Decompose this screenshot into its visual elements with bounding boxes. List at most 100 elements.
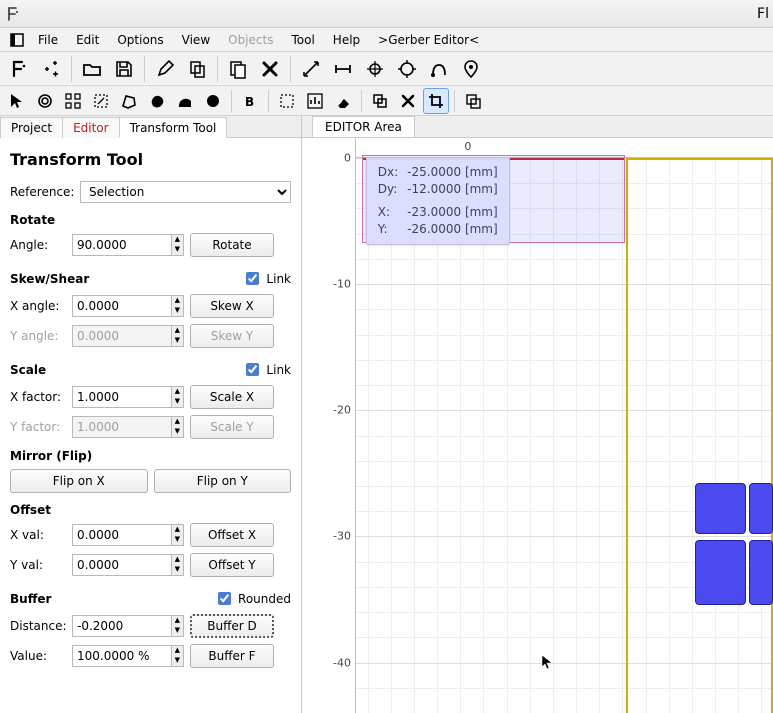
copy-icon[interactable]: [182, 54, 212, 84]
app-icon: [6, 6, 22, 22]
open-icon[interactable]: [77, 54, 107, 84]
flip-x-button[interactable]: Flip on X: [10, 469, 148, 493]
distance-icon[interactable]: [296, 54, 326, 84]
pad-rect: [749, 540, 773, 604]
buffer-d-button[interactable]: Buffer D: [190, 614, 274, 638]
target-icon[interactable]: [392, 54, 422, 84]
mirror-title: Mirror (Flip): [10, 449, 291, 463]
duplicate-icon[interactable]: [223, 54, 253, 84]
rotate-button[interactable]: Rotate: [190, 233, 274, 257]
skew-x-input[interactable]: [72, 295, 172, 317]
circle-tool-icon[interactable]: [32, 88, 58, 114]
menu-tool[interactable]: Tool: [283, 30, 322, 50]
menu-objects[interactable]: Objects: [220, 30, 281, 50]
edit-icon[interactable]: [150, 54, 180, 84]
y-tick-label: -10: [333, 278, 351, 291]
chart-icon[interactable]: [302, 88, 328, 114]
menu-options[interactable]: Options: [109, 30, 171, 50]
toolbar-edit: B: [0, 86, 773, 116]
right-tabstrip: EDITOR Area: [302, 116, 773, 138]
y-tick-label: -40: [333, 656, 351, 669]
x-tick-label: 0: [464, 140, 471, 153]
scale-y-input: [72, 416, 172, 438]
left-panel: Project Editor Transform Tool Transform …: [0, 116, 302, 713]
offset-x-input[interactable]: [72, 524, 172, 546]
skew-y-button: Skew Y: [190, 324, 274, 348]
skew-title: Skew/Shear: [10, 272, 89, 286]
pad-rect: [749, 483, 773, 533]
canvas[interactable]: 0 -10 -20 -30 -40 0 Dx:-25.0000 [mm]Dy:-12.0…: [302, 138, 773, 713]
skew-x-label: X angle:: [10, 299, 66, 313]
menu-view[interactable]: View: [174, 30, 218, 50]
new-sparkle-icon[interactable]: [36, 54, 66, 84]
menu-gerber-editor[interactable]: >Gerber Editor<: [370, 30, 487, 50]
offset-y-input[interactable]: [72, 554, 172, 576]
transform-tool-panel: Transform Tool Reference: Selection Rota…: [0, 138, 301, 713]
locate-icon[interactable]: [456, 54, 486, 84]
tab-project[interactable]: Project: [0, 117, 63, 138]
close-x-icon[interactable]: [395, 88, 421, 114]
buffer-dist-input[interactable]: [72, 615, 172, 637]
semicircle-icon[interactable]: [172, 88, 198, 114]
reference-select[interactable]: Selection: [80, 181, 291, 203]
buffer-val-label: Value:: [10, 649, 66, 663]
scale-y-button: Scale Y: [190, 415, 274, 439]
skew-y-input: [72, 325, 172, 347]
array-icon[interactable]: [60, 88, 86, 114]
menu-edit[interactable]: Edit: [68, 30, 107, 50]
overlap-icon[interactable]: [460, 88, 486, 114]
offset-title: Offset: [10, 503, 291, 517]
skew-link-check[interactable]: Link: [242, 269, 291, 288]
select-icon[interactable]: [4, 88, 30, 114]
buffer-title: Buffer: [10, 592, 51, 606]
left-tabstrip: Project Editor Transform Tool: [0, 116, 301, 138]
origin-icon[interactable]: [360, 54, 390, 84]
scale-x-button[interactable]: Scale X: [190, 385, 274, 409]
y-tick-label: 0: [344, 152, 351, 165]
buffer-f-button[interactable]: Buffer F: [190, 644, 274, 668]
menu-file[interactable]: File: [30, 30, 66, 50]
marquee-icon[interactable]: [274, 88, 300, 114]
offset-x-button[interactable]: Offset X: [190, 523, 274, 547]
blob-icon[interactable]: [144, 88, 170, 114]
measure-icon[interactable]: [328, 54, 358, 84]
save-icon[interactable]: [109, 54, 139, 84]
scale-title: Scale: [10, 363, 46, 377]
offset-x-label: X val:: [10, 528, 66, 542]
eraser-icon[interactable]: [330, 88, 356, 114]
buffer-dist-label: Distance:: [10, 619, 66, 633]
rotate-title: Rotate: [10, 213, 291, 227]
right-panel: EDITOR Area 0 -10 -20 -30 -40 0 Dx:-25.0000 …: [302, 116, 773, 713]
y-tick-label: -20: [333, 404, 351, 417]
tab-editor-area[interactable]: EDITOR Area: [312, 116, 415, 137]
flip-y-button[interactable]: Flip on Y: [154, 469, 292, 493]
bold-icon[interactable]: B: [237, 88, 263, 114]
skew-y-label: Y angle:: [10, 329, 66, 343]
pad-rect: [695, 540, 746, 604]
menubar-toggle-icon[interactable]: [6, 33, 28, 47]
gerber-icon[interactable]: [4, 54, 34, 84]
tab-transform-tool[interactable]: Transform Tool: [119, 117, 228, 138]
buffer-rounded-check[interactable]: Rounded: [214, 589, 291, 608]
polygon-icon[interactable]: [116, 88, 142, 114]
y-tick-label: -30: [333, 530, 351, 543]
reference-label: Reference:: [10, 185, 74, 199]
tab-editor[interactable]: Editor: [62, 117, 120, 138]
svg-text:B: B: [245, 95, 254, 109]
delete-icon[interactable]: [255, 54, 285, 84]
region-icon[interactable]: [88, 88, 114, 114]
scale-link-check[interactable]: Link: [242, 360, 291, 379]
buffer-val-input[interactable]: [72, 645, 172, 667]
offset-y-button[interactable]: Offset Y: [190, 553, 274, 577]
union-icon[interactable]: [367, 88, 393, 114]
angle-input[interactable]: [72, 234, 172, 256]
path-icon[interactable]: [424, 54, 454, 84]
titlebar-app-name: Fl: [757, 6, 769, 22]
skew-x-button[interactable]: Skew X: [190, 294, 274, 318]
scale-x-input[interactable]: [72, 386, 172, 408]
menubar: File Edit Options View Objects Tool Help…: [0, 28, 773, 52]
coordinates-tooltip: Dx:-25.0000 [mm]Dy:-12.0000 [mm]X:-23.00…: [366, 157, 510, 245]
menu-help[interactable]: Help: [325, 30, 368, 50]
crop-icon[interactable]: [423, 88, 449, 114]
disc-icon[interactable]: [200, 88, 226, 114]
